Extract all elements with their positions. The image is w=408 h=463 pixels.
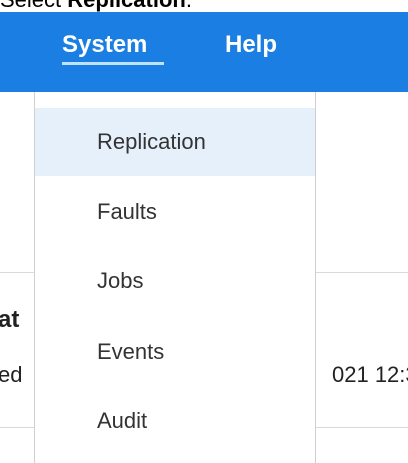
caption-suffix: . [186, 0, 192, 12]
menu-item-replication[interactable]: Replication [35, 108, 315, 176]
caption-bold: Replication [67, 0, 186, 12]
menu-item-jobs[interactable]: Jobs [35, 247, 315, 315]
menu-item-faults[interactable]: Faults [35, 178, 315, 246]
nav-system[interactable]: System [62, 31, 147, 59]
menu-item-audit[interactable]: Audit [35, 387, 315, 455]
instruction-caption: Select Replication. [0, 0, 192, 12]
active-nav-underline [62, 62, 164, 65]
menu-item-events[interactable]: Events [35, 318, 315, 386]
top-navigation-bar: System Help [0, 12, 408, 92]
nav-help[interactable]: Help [225, 31, 277, 59]
background-timestamp-fragment: 021 12:3 [332, 362, 408, 387]
background-heading-fragment: at [0, 306, 20, 333]
system-dropdown-menu: Replication Faults Jobs Events Audit [34, 92, 316, 463]
background-text-fragment: ed [0, 362, 23, 387]
screen: Select Replication. System Help at ed 02… [0, 0, 408, 463]
caption-prefix: Select [0, 0, 67, 12]
